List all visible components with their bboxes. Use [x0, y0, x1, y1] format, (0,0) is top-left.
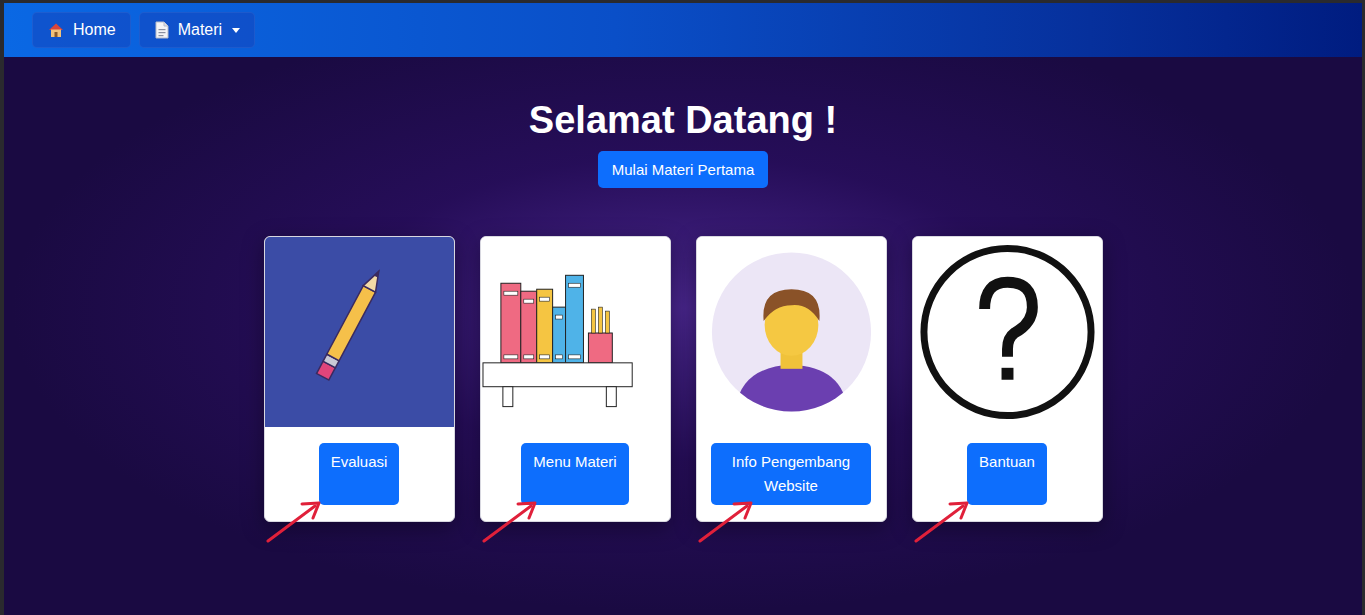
start-button[interactable]: Mulai Materi Pertama	[598, 151, 769, 188]
annotation-arrow-icon	[481, 499, 539, 545]
card-body: Info Pengembang Website	[697, 427, 886, 521]
nav-item[interactable]: Materi	[139, 12, 255, 48]
annotation-arrow-icon	[697, 499, 755, 545]
menu-card: Info Pengembang Website	[696, 236, 887, 522]
annotation-arrow-icon	[265, 499, 323, 545]
card-image	[265, 237, 454, 427]
document-icon	[154, 21, 170, 39]
card-body: Menu Materi	[481, 427, 670, 521]
nav-item[interactable]: Home	[32, 12, 131, 48]
bookshelf-icon	[481, 237, 670, 427]
card-row: Evaluasi Menu Materi Info Pengembang Websi…	[264, 236, 1103, 522]
card-body: Evaluasi	[265, 427, 454, 521]
card-button[interactable]: Bantuan	[967, 443, 1047, 505]
menu-card: Evaluasi	[264, 236, 455, 522]
annotation-arrow-icon	[913, 499, 971, 545]
card-button[interactable]: Menu Materi	[521, 443, 628, 505]
card-image	[481, 237, 670, 427]
caret-icon	[232, 28, 240, 33]
card-button[interactable]: Info Pengembang Website	[711, 443, 871, 505]
house-icon	[47, 21, 65, 39]
card-body: Bantuan	[913, 427, 1102, 521]
menu-card: Bantuan	[912, 236, 1103, 522]
avatar-icon	[697, 237, 886, 427]
menu-card: Menu Materi	[480, 236, 671, 522]
card-button[interactable]: Evaluasi	[319, 443, 400, 505]
browser-page: HomeMateri Selamat Datang ! Mulai Materi P…	[0, 0, 1365, 615]
card-image	[697, 237, 886, 427]
navbar: HomeMateri	[4, 3, 1362, 57]
hero-section: Selamat Datang ! Mulai Materi Pertama Eval…	[4, 57, 1362, 615]
card-image	[913, 237, 1102, 427]
pencil-icon	[265, 237, 454, 427]
question-icon	[913, 237, 1102, 427]
welcome-title: Selamat Datang !	[529, 97, 837, 143]
